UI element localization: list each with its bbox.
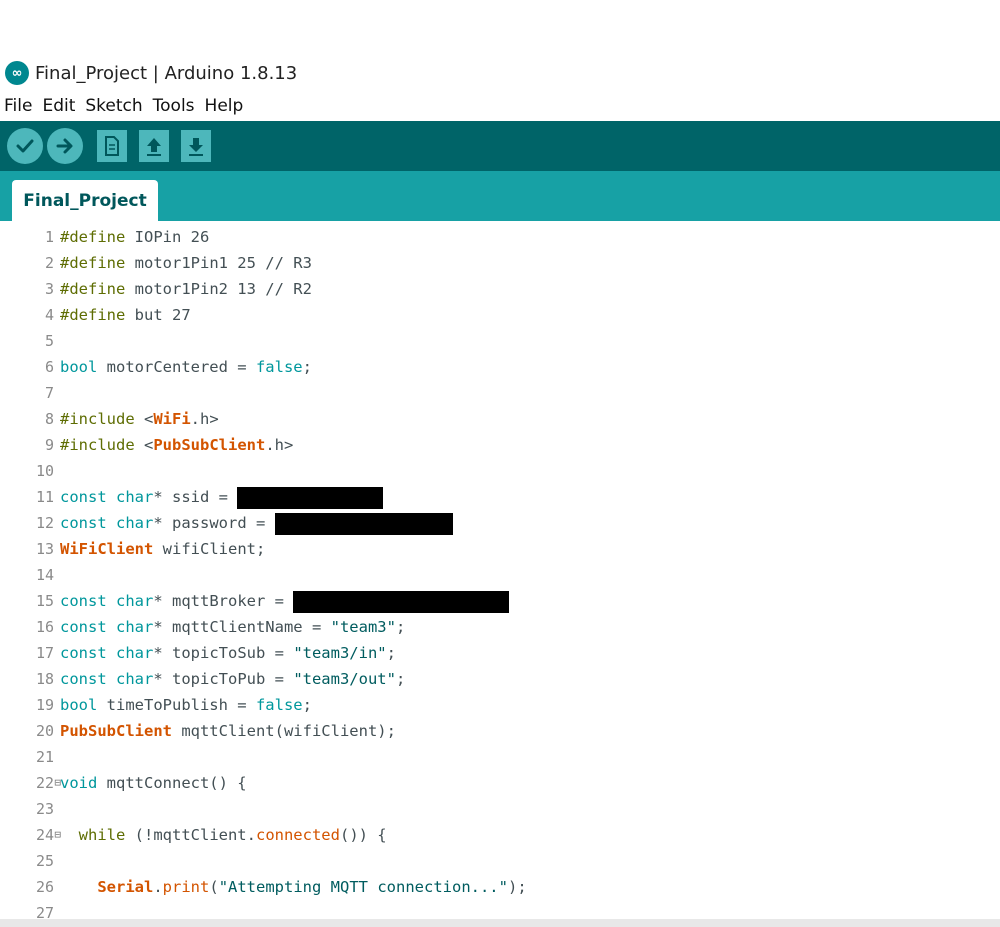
code-line: bool motorCentered = false; xyxy=(60,358,312,376)
arrow-down-icon xyxy=(189,138,203,156)
line-number: 6 xyxy=(44,358,54,376)
line-number: 10 xyxy=(35,462,54,480)
open-button[interactable] xyxy=(139,130,169,162)
line-number: 21 xyxy=(35,748,54,766)
window-title: Final_Project | Arduino 1.8.13 xyxy=(35,62,298,84)
code-line: const char* password = xyxy=(60,510,990,536)
code-line: #define motor1Pin2 13 // R2 xyxy=(60,280,312,298)
line-number: 15 xyxy=(35,592,54,610)
menu-help[interactable]: Help xyxy=(200,96,249,116)
title-bar: ∞ Final_Project | Arduino 1.8.13 xyxy=(0,56,1000,90)
line-number: 12 xyxy=(35,514,54,532)
code-line: const char* ssid = xyxy=(60,484,990,510)
menu-sketch[interactable]: Sketch xyxy=(80,96,147,116)
toolbar xyxy=(0,121,1000,171)
bottom-border xyxy=(0,919,1000,927)
line-number: 1 xyxy=(44,228,54,246)
redacted-value xyxy=(274,512,453,535)
code-line: #define motor1Pin1 25 // R3 xyxy=(60,254,312,272)
tab-final-project[interactable]: Final_Project xyxy=(12,180,158,221)
check-icon xyxy=(16,139,34,153)
line-number: 2 xyxy=(44,254,54,272)
line-number: 5 xyxy=(44,332,54,350)
code-line: const char* mqttClientName = "team3"; xyxy=(60,618,406,636)
line-number: 22 ⊟ xyxy=(0,770,61,796)
line-number: 13 xyxy=(35,540,54,558)
arduino-logo-icon: ∞ xyxy=(5,61,29,85)
code-line: PubSubClient mqttClient(wifiClient); xyxy=(60,722,396,740)
line-number: 16 xyxy=(35,618,54,636)
new-file-icon xyxy=(105,136,119,156)
code-line: const char* mqttBroker = xyxy=(60,588,990,614)
menu-edit[interactable]: Edit xyxy=(37,96,80,116)
code-line: WiFiClient wifiClient; xyxy=(60,540,266,558)
line-number-gutter: 1 2 3 4 5 6 7 8 9 10 11 12 13 14 15 16 1… xyxy=(0,224,61,919)
code-line: #include <WiFi.h> xyxy=(60,410,219,428)
line-number: 27 xyxy=(35,904,54,919)
arrow-right-icon xyxy=(56,138,73,154)
code-line: void mqttConnect() { xyxy=(60,774,247,792)
code-line: const char* topicToPub = "team3/out"; xyxy=(60,670,406,688)
menu-tools[interactable]: Tools xyxy=(148,96,200,116)
arrow-up-icon xyxy=(147,138,161,156)
code-editor[interactable]: 1 2 3 4 5 6 7 8 9 10 11 12 13 14 15 16 1… xyxy=(0,221,1000,919)
line-number: 23 xyxy=(35,800,54,818)
line-number: 20 xyxy=(35,722,54,740)
menu-file[interactable]: File xyxy=(0,96,37,116)
upload-button[interactable] xyxy=(47,128,83,164)
save-button[interactable] xyxy=(181,130,211,162)
tab-strip: Final_Project xyxy=(0,171,1000,221)
line-number: 3 xyxy=(44,280,54,298)
code-line: while (!mqttClient.connected()) { xyxy=(60,826,387,844)
verify-button[interactable] xyxy=(7,128,43,164)
line-number: 11 xyxy=(35,488,54,506)
code-area[interactable]: #define IOPin 26 #define motor1Pin1 25 /… xyxy=(60,224,990,919)
code-line: #define but 27 xyxy=(60,306,191,324)
line-number: 7 xyxy=(44,384,54,402)
line-number: 18 xyxy=(35,670,54,688)
code-line: bool timeToPublish = false; xyxy=(60,696,312,714)
redacted-value xyxy=(293,590,510,613)
line-number: 26 xyxy=(35,878,54,896)
line-number: 4 xyxy=(44,306,54,324)
code-line: #include <PubSubClient.h> xyxy=(60,436,294,454)
line-number: 25 xyxy=(35,852,54,870)
line-number: 14 xyxy=(35,566,54,584)
menu-bar: File Edit Sketch Tools Help xyxy=(0,92,248,120)
code-line: #define IOPin 26 xyxy=(60,228,210,246)
line-number: 9 xyxy=(44,436,54,454)
line-number: 19 xyxy=(35,696,54,714)
code-line: const char* topicToSub = "team3/in"; xyxy=(60,644,396,662)
new-button[interactable] xyxy=(97,130,127,162)
line-number: 8 xyxy=(44,410,54,428)
code-line: Serial.print("Attempting MQTT connection… xyxy=(97,878,527,896)
line-number: 17 xyxy=(35,644,54,662)
line-number: 24 ⊟ xyxy=(0,822,61,848)
redacted-value xyxy=(237,486,384,509)
